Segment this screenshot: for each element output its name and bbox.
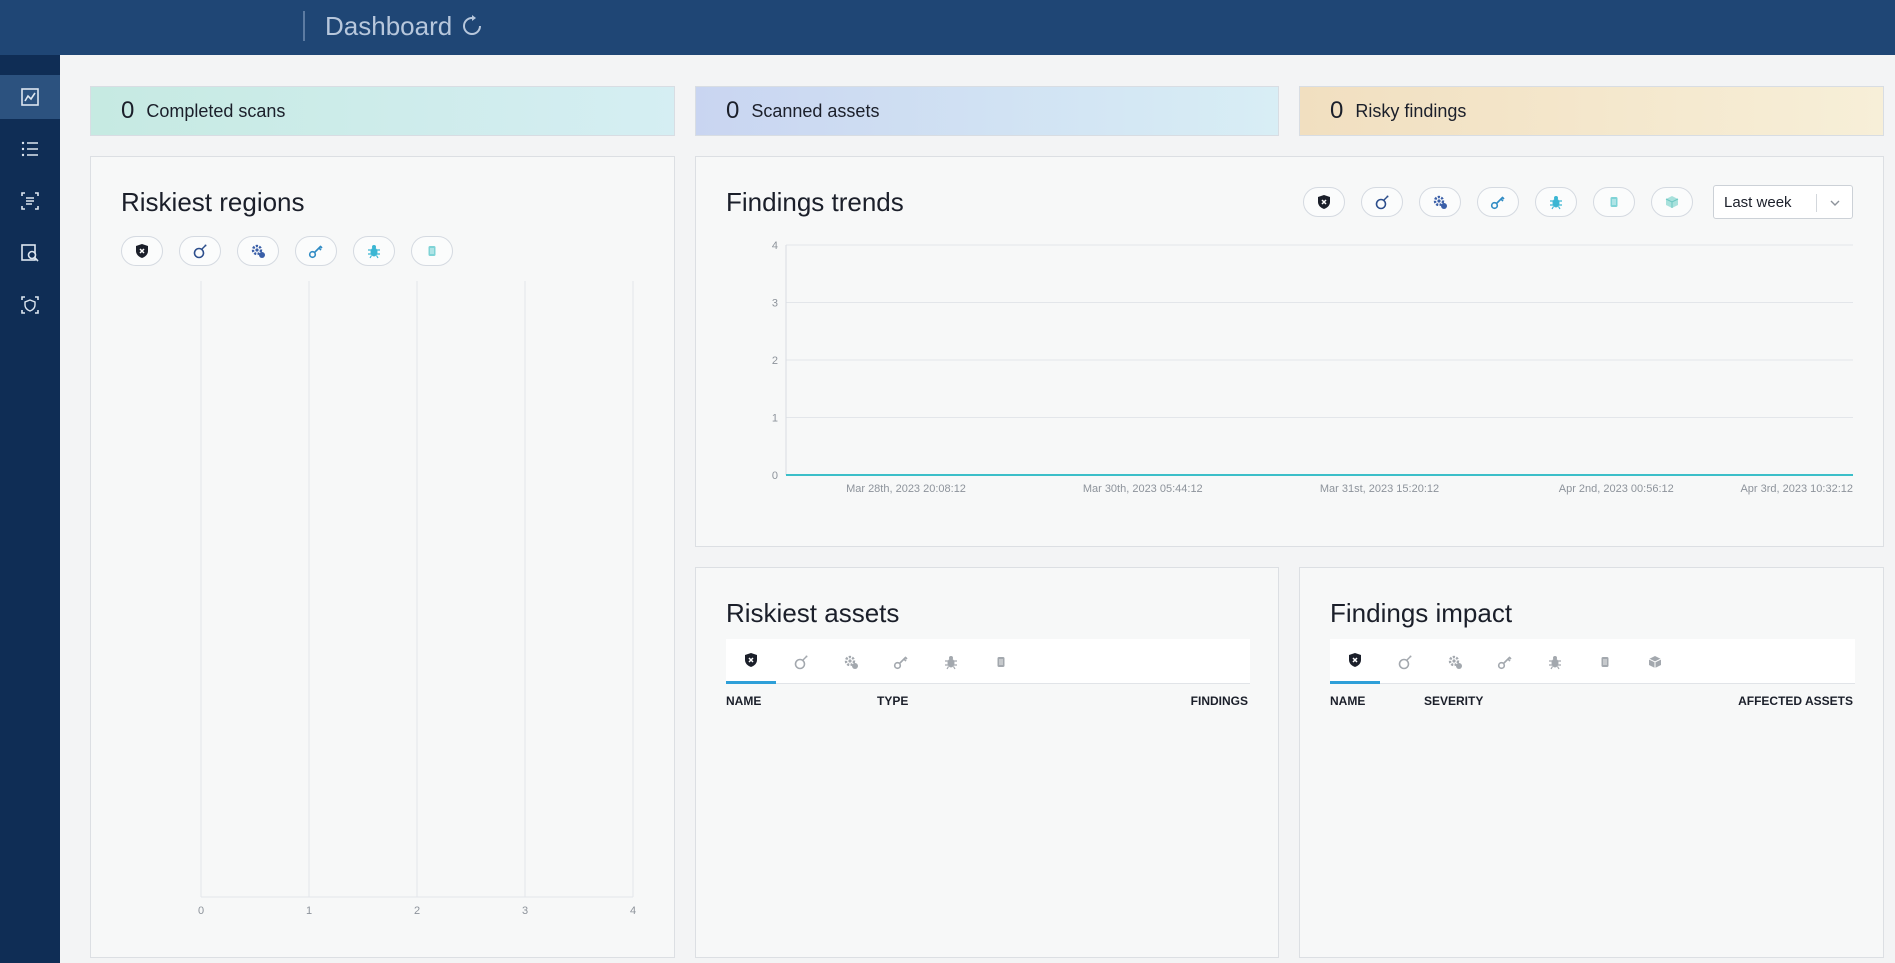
rootkits-icon bbox=[997, 656, 1005, 667]
panel-title: Riskiest assets bbox=[726, 598, 900, 628]
stat-scanned-assets: 0 Scanned assets bbox=[695, 86, 1279, 136]
findings-trends-panel: Findings trends Last week 0 1 2 3 4 Mar 28th,… bbox=[695, 156, 1884, 547]
secrets-icon bbox=[1497, 655, 1512, 669]
x-tick-label: Mar 31st, 2023 15:20:12 bbox=[1320, 483, 1439, 495]
tab-exploits[interactable] bbox=[1380, 639, 1430, 684]
column-header-name[interactable]: NAME bbox=[726, 694, 761, 708]
stat-value: 0 bbox=[121, 97, 135, 124]
refresh-icon[interactable] bbox=[460, 14, 484, 38]
x-tick-label: 0 bbox=[198, 905, 204, 917]
tab-secrets[interactable] bbox=[876, 639, 926, 684]
sidebar-item-scan-configurations[interactable] bbox=[0, 179, 60, 223]
stat-label: Risky findings bbox=[1355, 100, 1467, 121]
packages-icon bbox=[1648, 655, 1662, 668]
sidebar-item-assets[interactable] bbox=[0, 283, 60, 327]
top-bar: Dashboard bbox=[0, 0, 1895, 55]
riskiest-assets-tabs bbox=[726, 639, 1250, 684]
dashboard-icon bbox=[21, 88, 39, 106]
malware-icon bbox=[1549, 655, 1561, 669]
rootkits-icon bbox=[1601, 656, 1609, 667]
tab-rootkits[interactable] bbox=[1580, 639, 1630, 684]
y-tick-label: 0 bbox=[772, 470, 778, 482]
x-tick-label: 2 bbox=[414, 905, 420, 917]
secrets-icon bbox=[893, 655, 908, 669]
column-header-type[interactable]: TYPE bbox=[877, 694, 908, 708]
x-tick-label: Mar 30th, 2023 05:44:12 bbox=[1083, 483, 1203, 495]
x-tick-label: 3 bbox=[522, 905, 528, 917]
x-tick-label: 4 bbox=[630, 905, 636, 917]
list-icon bbox=[21, 141, 38, 157]
stat-label: Scanned assets bbox=[751, 100, 880, 121]
panel-title: Findings impact bbox=[1330, 598, 1513, 628]
y-tick-label: 2 bbox=[772, 355, 778, 367]
malware-icon bbox=[945, 655, 957, 669]
column-header-findings[interactable]: FINDINGS bbox=[1191, 694, 1248, 708]
findings-impact-tabs bbox=[1330, 639, 1855, 684]
page-title: Dashboard bbox=[325, 11, 453, 41]
tab-vulnerabilities[interactable] bbox=[726, 639, 776, 684]
x-tick-label: Mar 28th, 2023 20:08:12 bbox=[846, 483, 966, 495]
stat-risky-findings: 0 Risky findings bbox=[1299, 86, 1884, 136]
tab-rootkits[interactable] bbox=[976, 639, 1026, 684]
tab-vulnerabilities[interactable] bbox=[1330, 639, 1380, 684]
header-divider bbox=[303, 11, 305, 41]
x-tick-label: Apr 2nd, 2023 00:56:12 bbox=[1559, 483, 1674, 495]
tab-secrets[interactable] bbox=[1480, 639, 1530, 684]
findings-trends-chart: 0 1 2 3 4 Mar 28th, 2023 20:08:12 Mar 30th, 20… bbox=[772, 240, 1853, 495]
sidebar bbox=[0, 55, 60, 963]
scan-shield-icon bbox=[21, 296, 39, 314]
riskiest-regions-panel: Riskiest regions 0 1 2 3 4 bbox=[90, 156, 675, 958]
stat-completed-scans: 0 Completed scans bbox=[90, 86, 675, 136]
sidebar-item-dashboard[interactable] bbox=[0, 75, 60, 119]
vulnerabilities-icon bbox=[1349, 653, 1361, 667]
x-tick-label: Apr 3rd, 2023 10:32:12 bbox=[1740, 483, 1853, 495]
tab-malware[interactable] bbox=[1530, 639, 1580, 684]
riskiest-assets-panel: Riskiest assets NAME TYPE FINDINGS bbox=[695, 567, 1279, 958]
y-tick-label: 1 bbox=[772, 413, 778, 425]
stat-label: Completed scans bbox=[146, 100, 286, 121]
y-tick-label: 4 bbox=[772, 240, 778, 252]
column-header-severity[interactable]: SEVERITY bbox=[1424, 694, 1483, 708]
scan-list-icon bbox=[21, 192, 39, 210]
exploits-icon bbox=[794, 655, 808, 669]
misconfigurations-icon bbox=[844, 655, 858, 669]
tab-misconfigurations[interactable] bbox=[826, 639, 876, 684]
vulnerabilities-icon bbox=[745, 653, 757, 667]
tab-exploits[interactable] bbox=[776, 639, 826, 684]
stat-value: 0 bbox=[1330, 97, 1344, 124]
stat-value: 0 bbox=[726, 97, 740, 124]
tab-packages[interactable] bbox=[1630, 639, 1680, 684]
riskiest-regions-chart: 0 1 2 3 4 bbox=[198, 281, 636, 917]
exploits-icon bbox=[1398, 655, 1412, 669]
column-header-name[interactable]: NAME bbox=[1330, 694, 1365, 708]
tab-malware[interactable] bbox=[926, 639, 976, 684]
sidebar-item-list[interactable] bbox=[0, 127, 60, 171]
sidebar-item-findings[interactable] bbox=[0, 231, 60, 275]
x-tick-label: 1 bbox=[306, 905, 312, 917]
y-tick-label: 3 bbox=[772, 298, 778, 310]
findings-impact-panel: Findings impact NAME SEVERITY AFFECTED A… bbox=[1299, 567, 1884, 958]
tab-misconfigurations[interactable] bbox=[1430, 639, 1480, 684]
findings-search-icon bbox=[21, 244, 39, 262]
misconfigurations-icon bbox=[1448, 655, 1462, 669]
column-header-affected-assets[interactable]: AFFECTED ASSETS bbox=[1738, 694, 1853, 708]
